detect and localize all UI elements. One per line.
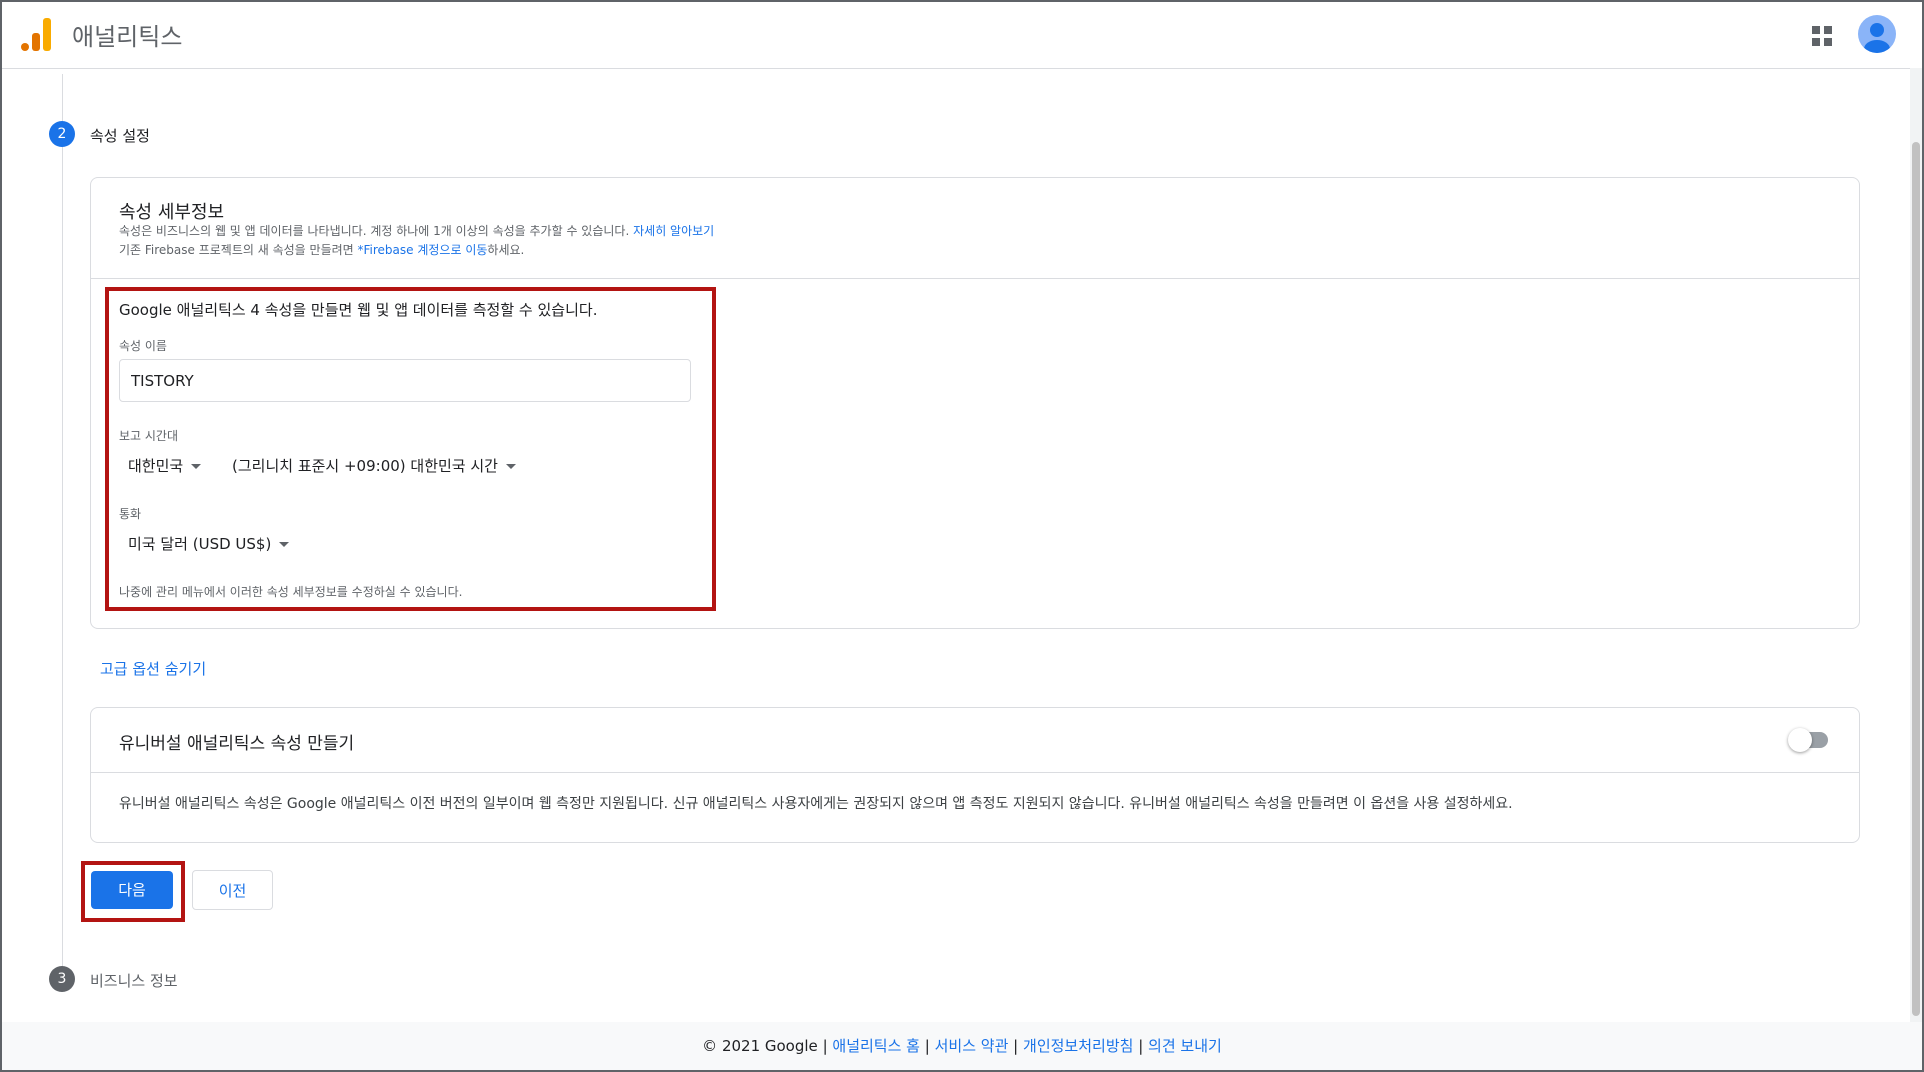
learn-more-link[interactable]: 자세히 알아보기 (633, 224, 714, 238)
footer: © 2021 Google | 애널리틱스 홈 | 서비스 약관 | 개인정보처… (2, 1022, 1922, 1070)
universal-analytics-card (90, 707, 1860, 843)
step-3-label: 비즈니스 정보 (90, 972, 178, 990)
footer-separator: | (822, 1037, 828, 1055)
footer-separator: | (1013, 1037, 1019, 1055)
step-2-label: 속성 설정 (90, 127, 150, 145)
property-name-label: 속성 이름 (119, 339, 167, 353)
universal-analytics-title: 유니버설 애널리틱스 속성 만들기 (119, 734, 355, 754)
ga4-intro-text: Google 애널리틱스 4 속성을 만들면 웹 및 앱 데이터를 측정할 수 … (119, 301, 598, 319)
timezone-country-value: 대한민국 (128, 457, 184, 475)
footer-link-feedback[interactable]: 의견 보내기 (1148, 1037, 1222, 1055)
browser-frame: 애널리틱스 2 속성 설정 속성 세부정보 속성은 비즈니스의 웹 및 앱 데이… (0, 0, 1924, 1072)
hide-advanced-options-link[interactable]: 고급 옵션 숨기기 (100, 658, 206, 679)
currency-label: 통화 (119, 507, 142, 521)
desc-line-2-suffix: 하세요. (487, 243, 525, 257)
timezone-value: (그리니치 표준시 +09:00) 대한민국 시간 (232, 457, 498, 475)
property-name-input[interactable] (119, 359, 691, 402)
property-details-title: 속성 세부정보 (119, 202, 225, 223)
scrollbar-thumb[interactable] (1912, 142, 1920, 1016)
step-3-indicator: 3 (49, 966, 75, 992)
dropdown-caret-icon (191, 464, 202, 469)
dropdown-caret-icon (279, 542, 290, 547)
edit-later-note: 나중에 관리 메뉴에서 이러한 속성 세부정보를 수정하실 수 있습니다. (119, 585, 463, 599)
timezone-dropdown[interactable]: (그리니치 표준시 +09:00) 대한민국 시간 (232, 455, 516, 476)
footer-link-privacy[interactable]: 개인정보처리방침 (1023, 1037, 1133, 1055)
stepper-line (62, 74, 63, 974)
highlight-box-form (105, 287, 716, 611)
timezone-label: 보고 시간대 (119, 429, 179, 443)
universal-analytics-toggle-knob[interactable] (1788, 728, 1812, 752)
apps-grid-icon[interactable] (1812, 26, 1832, 46)
firebase-link[interactable]: *Firebase 계정으로 이동 (358, 243, 488, 257)
footer-link-terms[interactable]: 서비스 약관 (935, 1037, 1009, 1055)
card-divider (91, 772, 1859, 773)
timezone-country-dropdown[interactable]: 대한민국 (128, 455, 202, 476)
analytics-logo-icon[interactable] (20, 16, 52, 52)
card-divider (91, 278, 1859, 279)
previous-button[interactable]: 이전 (192, 870, 273, 910)
footer-copyright: © 2021 Google (702, 1037, 818, 1055)
top-app-bar: 애널리틱스 (2, 2, 1922, 69)
property-details-description: 속성은 비즈니스의 웹 및 앱 데이터를 나타냅니다. 계정 하나에 1개 이상… (119, 222, 714, 260)
currency-value: 미국 달러 (USD US$) (128, 535, 272, 553)
currency-dropdown[interactable]: 미국 달러 (USD US$) (128, 533, 290, 554)
desc-line-2-prefix: 기존 Firebase 프로젝트의 새 속성을 만들려면 (119, 243, 358, 257)
universal-analytics-description: 유니버설 애널리틱스 속성은 Google 애널리틱스 이전 버전의 일부이며 … (119, 796, 1513, 812)
app-title: 애널리틱스 (72, 23, 183, 51)
footer-link-analytics-home[interactable]: 애널리틱스 홈 (832, 1037, 920, 1055)
account-avatar-icon[interactable] (1858, 15, 1896, 53)
footer-separator: | (1138, 1037, 1144, 1055)
footer-separator: | (924, 1037, 930, 1055)
next-button[interactable]: 다음 (91, 871, 173, 909)
step-2-indicator: 2 (49, 121, 75, 147)
dropdown-caret-icon (505, 464, 516, 469)
desc-line-1: 속성은 비즈니스의 웹 및 앱 데이터를 나타냅니다. 계정 하나에 1개 이상… (119, 224, 630, 238)
